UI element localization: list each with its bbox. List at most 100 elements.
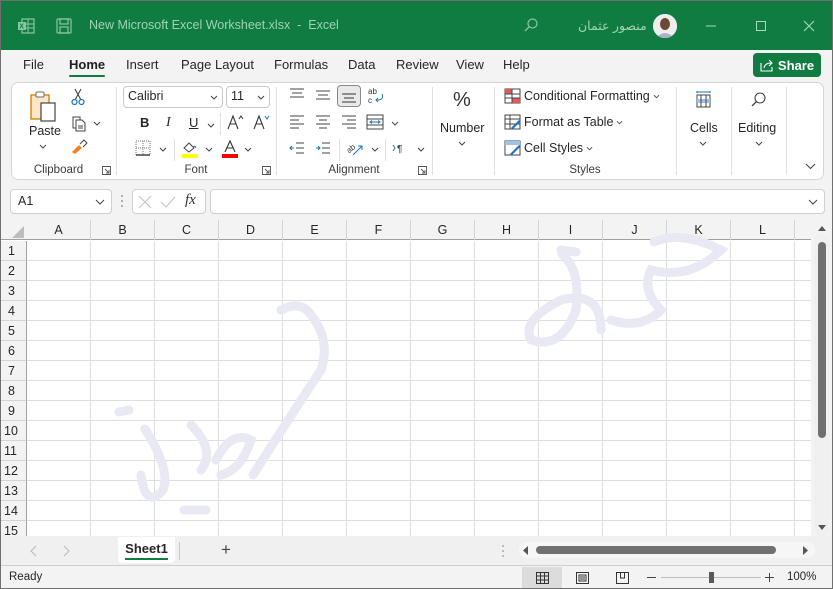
cell-styles-button[interactable]: Cell Styles [524, 141, 593, 155]
tab-insert[interactable]: Insert [126, 57, 159, 72]
paste-button[interactable] [26, 87, 62, 125]
close-button[interactable] [786, 1, 832, 50]
row-header-1[interactable]: 1 [1, 241, 27, 261]
collapse-ribbon-icon[interactable] [805, 163, 816, 170]
top-align-icon[interactable] [289, 88, 305, 102]
enter-icon[interactable] [160, 195, 176, 209]
drag-handle-icon[interactable] [120, 194, 124, 208]
zoom-slider-thumb[interactable] [709, 572, 714, 583]
row-header-14[interactable]: 14 [1, 501, 27, 521]
number-group[interactable]: % Number [433, 83, 493, 179]
font-size-select[interactable]: 11 [226, 86, 270, 108]
horizontal-scrollbar[interactable] [519, 542, 815, 558]
selected-cell[interactable] [27, 241, 91, 261]
align-left-icon[interactable] [289, 114, 305, 130]
font-color-icon[interactable] [221, 139, 239, 158]
orientation-icon[interactable]: ab [345, 139, 365, 157]
previous-sheet-icon[interactable] [30, 545, 38, 557]
increase-indent-icon[interactable] [315, 140, 331, 156]
name-box[interactable]: A1 [10, 189, 112, 214]
minimize-button[interactable] [688, 1, 734, 50]
page-break-view-button[interactable] [602, 567, 642, 588]
tab-split-handle-icon[interactable] [501, 544, 505, 558]
zoom-out-icon[interactable] [647, 573, 656, 582]
next-sheet-icon[interactable] [62, 545, 70, 557]
user-name[interactable]: منصور عثمان [578, 18, 647, 33]
row-header-3[interactable]: 3 [1, 281, 27, 301]
align-right-icon[interactable] [341, 114, 357, 130]
search-icon[interactable] [523, 17, 539, 33]
fill-color-dropdown-icon[interactable] [205, 147, 213, 152]
maximize-button[interactable] [738, 1, 784, 50]
zoom-level[interactable]: 100% [787, 571, 816, 583]
merge-center-icon[interactable] [366, 114, 384, 130]
expand-formula-bar-icon[interactable] [808, 199, 818, 205]
increase-font-size-icon[interactable] [227, 114, 245, 130]
row-header-13[interactable]: 13 [1, 481, 27, 501]
copy-dropdown-icon[interactable] [93, 121, 101, 126]
format-as-table-button[interactable]: Format as Table [524, 115, 623, 129]
scroll-left-icon[interactable] [523, 546, 529, 555]
cancel-icon[interactable] [138, 195, 152, 209]
row-header-9[interactable]: 9 [1, 401, 27, 421]
scroll-right-icon[interactable] [803, 546, 809, 555]
formula-input[interactable] [210, 189, 825, 214]
cells-area[interactable] [27, 241, 811, 536]
column-header-l[interactable]: L [731, 220, 795, 240]
cut-icon[interactable] [70, 88, 86, 106]
column-header-g[interactable]: G [411, 220, 475, 240]
scroll-up-icon[interactable] [817, 225, 827, 232]
bold-button[interactable]: B [140, 115, 149, 130]
wrap-text-icon[interactable]: abc [367, 86, 385, 106]
column-header-i[interactable]: I [539, 220, 603, 240]
sheet-tab-sheet1[interactable]: Sheet1 [118, 537, 175, 563]
row-header-7[interactable]: 7 [1, 361, 27, 381]
column-header-b[interactable]: B [91, 220, 155, 240]
column-header-h[interactable]: H [475, 220, 539, 240]
bottom-align-button[interactable] [337, 85, 361, 107]
font-name-select[interactable]: Calibri [123, 86, 223, 108]
text-direction-icon[interactable]: ¶ [392, 141, 410, 155]
fill-color-icon[interactable] [181, 139, 199, 158]
column-header-a[interactable]: A [27, 220, 91, 240]
scroll-down-icon[interactable] [817, 524, 827, 531]
italic-button[interactable]: I [166, 115, 171, 131]
avatar[interactable] [653, 14, 677, 38]
row-header-10[interactable]: 10 [1, 421, 27, 441]
row-header-5[interactable]: 5 [1, 321, 27, 341]
tab-page-layout[interactable]: Page Layout [181, 57, 254, 72]
column-header-d[interactable]: D [219, 220, 283, 240]
clipboard-launcher-icon[interactable] [102, 166, 111, 175]
row-header-8[interactable]: 8 [1, 381, 27, 401]
cells-group[interactable]: Cells [677, 83, 730, 179]
middle-align-icon[interactable] [315, 88, 331, 102]
column-header-e[interactable]: E [283, 220, 347, 240]
tab-help[interactable]: Help [503, 57, 530, 72]
format-painter-icon[interactable] [70, 138, 88, 155]
row-header-2[interactable]: 2 [1, 261, 27, 281]
row-header-11[interactable]: 11 [1, 441, 27, 461]
column-header-c[interactable]: C [155, 220, 219, 240]
borders-icon[interactable] [135, 140, 151, 156]
orientation-dropdown-icon[interactable] [371, 147, 379, 152]
alignment-launcher-icon[interactable] [418, 166, 427, 175]
font-launcher-icon[interactable] [262, 166, 271, 175]
decrease-indent-icon[interactable] [289, 140, 305, 156]
tab-file[interactable]: File [23, 57, 44, 72]
column-header-f[interactable]: F [347, 220, 411, 240]
add-sheet-button[interactable]: + [221, 540, 231, 560]
conditional-formatting-button[interactable]: Conditional Formatting [524, 89, 660, 103]
row-header-6[interactable]: 6 [1, 341, 27, 361]
vertical-scroll-thumb[interactable] [818, 242, 826, 438]
vertical-scrollbar[interactable] [814, 226, 830, 536]
tab-review[interactable]: Review [396, 57, 439, 72]
copy-icon[interactable] [70, 114, 88, 132]
normal-view-button[interactable] [522, 567, 562, 588]
font-color-dropdown-icon[interactable] [244, 147, 252, 152]
row-header-4[interactable]: 4 [1, 301, 27, 321]
decrease-font-size-icon[interactable] [253, 114, 271, 130]
editing-group[interactable]: Editing [732, 83, 786, 179]
column-header-k[interactable]: K [667, 220, 731, 240]
row-header-15[interactable]: 15 [1, 521, 27, 536]
row-header-12[interactable]: 12 [1, 461, 27, 481]
